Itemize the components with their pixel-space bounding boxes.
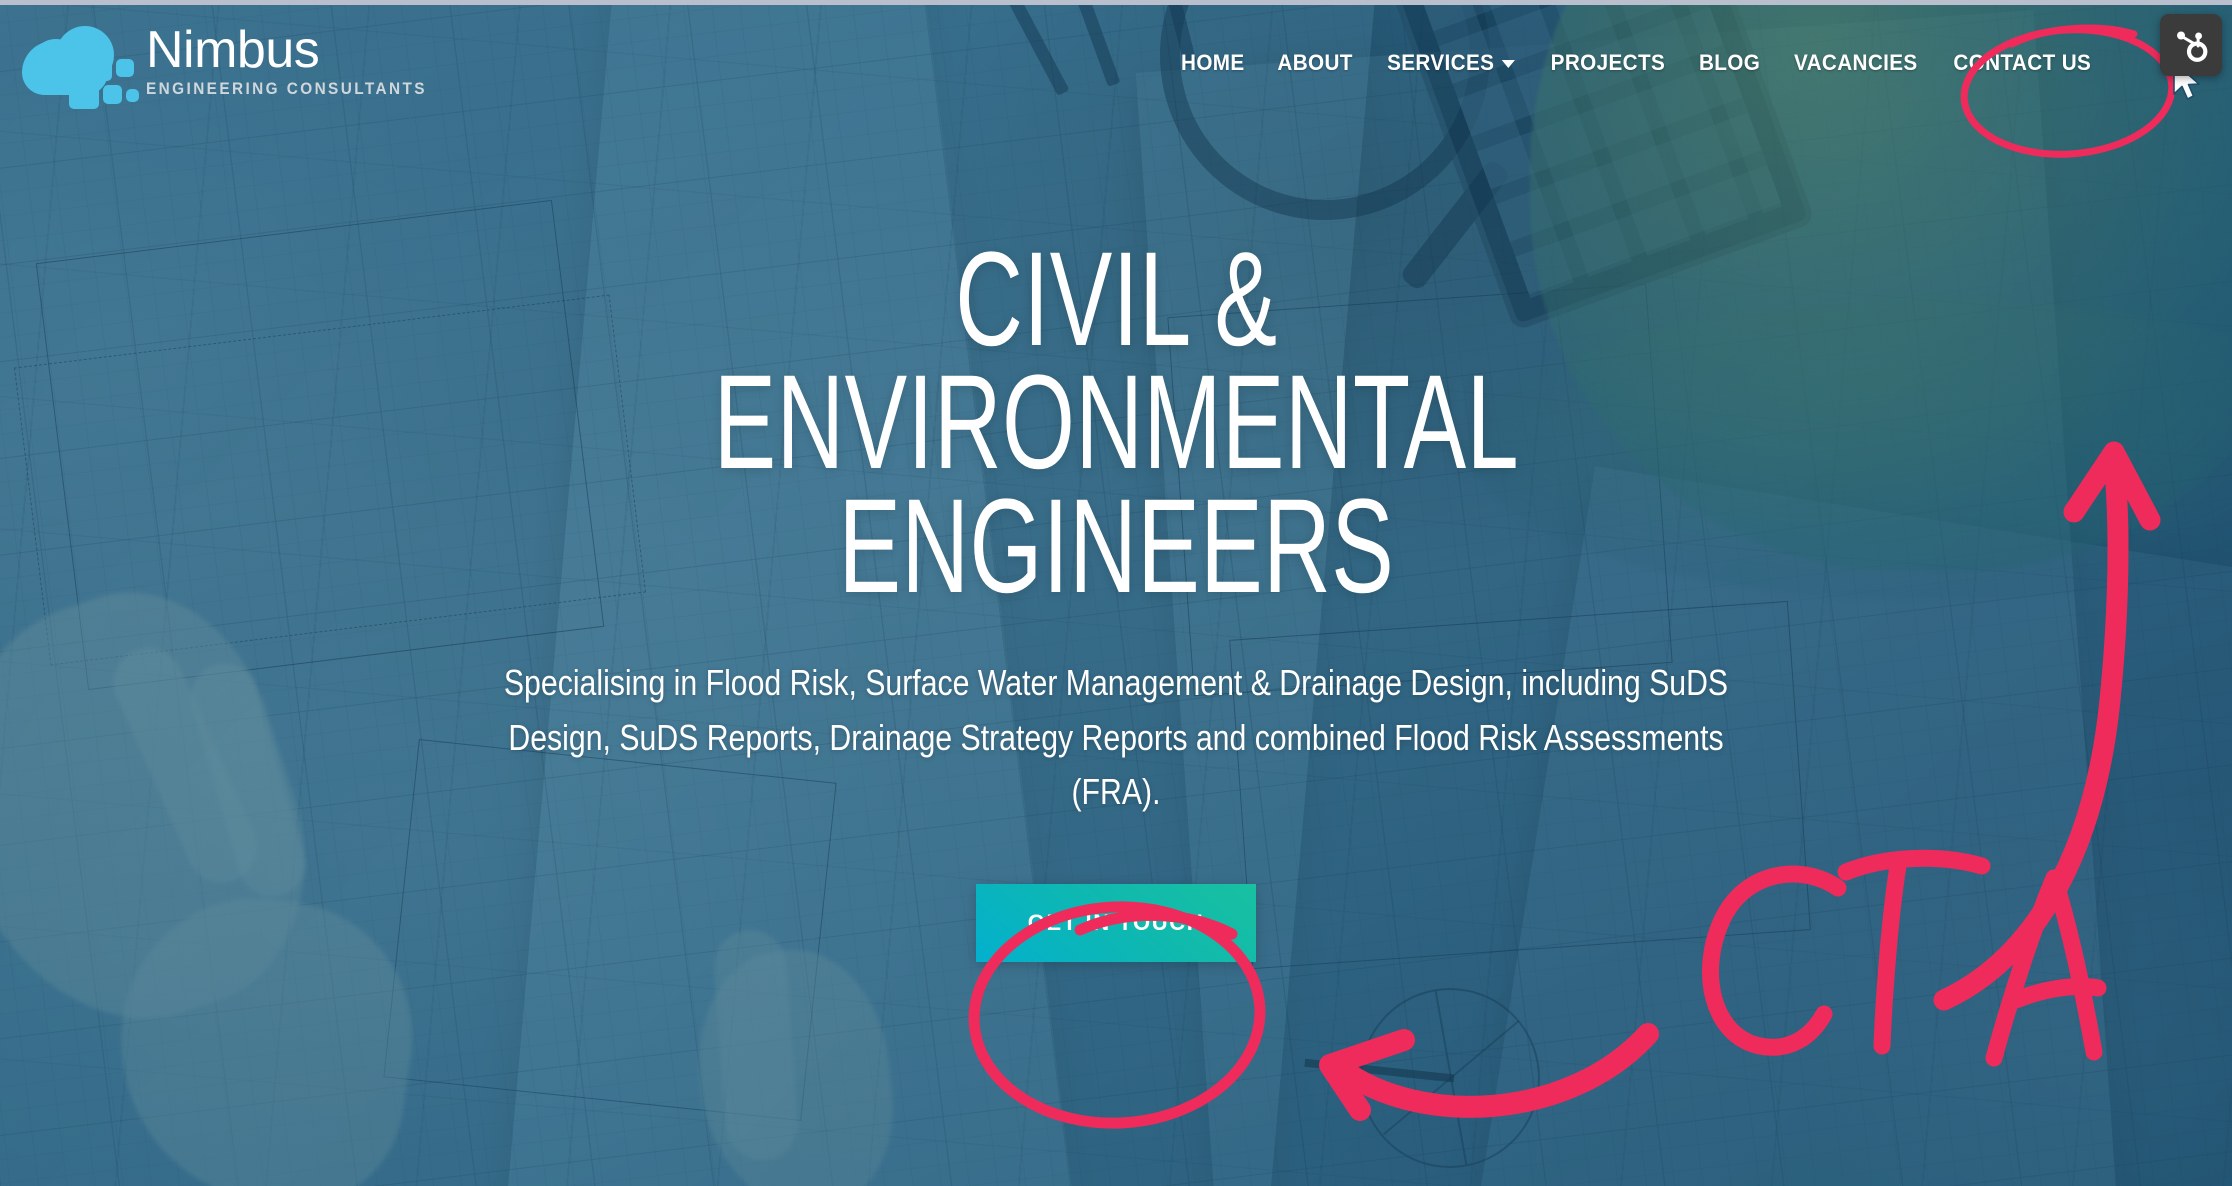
nav-label: VACANCIES <box>1793 49 1918 75</box>
nav-item-contact-us[interactable]: CONTACT US <box>1941 40 2105 86</box>
site-header: Nimbus ENGINEERING CONSULTANTS HOME ABOU… <box>0 5 2232 120</box>
browser-top-bar <box>0 0 2232 5</box>
nav-label: ABOUT <box>1277 49 1353 75</box>
hubspot-sprocket-icon[interactable] <box>2160 14 2222 76</box>
nav-label: BLOG <box>1698 49 1760 75</box>
main-navigation: HOME ABOUT SERVICES PROJECTS BLOG VACANC… <box>1165 40 2232 86</box>
page-stage: Nimbus ENGINEERING CONSULTANTS HOME ABOU… <box>0 0 2232 1186</box>
nav-label: HOME <box>1181 49 1245 75</box>
nav-item-about[interactable]: ABOUT <box>1264 40 1366 86</box>
chevron-down-icon <box>1501 60 1515 68</box>
nav-label: CONTACT US <box>1953 49 2092 75</box>
site-logo[interactable]: Nimbus ENGINEERING CONSULTANTS <box>22 20 448 109</box>
get-in-touch-button[interactable]: GET IN TOUCH <box>975 883 1257 962</box>
nav-item-projects[interactable]: PROJECTS <box>1537 40 1678 86</box>
brand-color-overlay-secondary <box>0 0 2232 1186</box>
brand-name: Nimbus <box>146 20 320 79</box>
nav-item-home[interactable]: HOME <box>1168 40 1258 86</box>
cloud-pixels-icon <box>22 23 139 109</box>
nav-item-services[interactable]: SERVICES <box>1374 40 1528 86</box>
nav-item-vacancies[interactable]: VACANCIES <box>1781 40 1931 86</box>
nav-item-blog[interactable]: BLOG <box>1685 40 1773 86</box>
hubspot-sprocket-glyph <box>2177 31 2208 62</box>
nav-label: PROJECTS <box>1550 49 1666 75</box>
nav-label: SERVICES <box>1386 49 1495 75</box>
brand-tagline: ENGINEERING CONSULTANTS <box>146 80 427 99</box>
